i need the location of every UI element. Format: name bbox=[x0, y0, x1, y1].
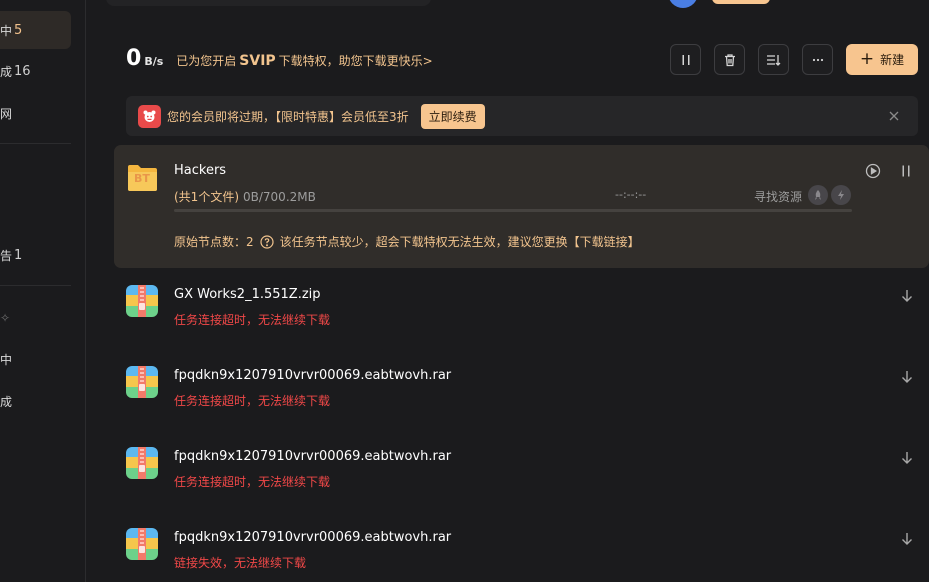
sort-icon bbox=[767, 54, 781, 66]
archive-file-icon bbox=[126, 447, 158, 479]
find-resources-status: 寻找资源 bbox=[754, 190, 803, 204]
download-arrow-icon[interactable] bbox=[899, 288, 915, 304]
banner-text: 您的会员即将过期，【限时特惠】会员低至3折 bbox=[167, 109, 409, 124]
sidebar-divider bbox=[0, 143, 71, 144]
node-count: 原始节点数：2 bbox=[174, 235, 254, 249]
archive-file-icon bbox=[126, 366, 158, 398]
vip-badge[interactable] bbox=[712, 0, 770, 4]
more-icon bbox=[812, 58, 823, 61]
new-task-button[interactable]: + 新建 bbox=[846, 44, 918, 75]
file-name: GX Works2_1.551Z.zip bbox=[174, 287, 321, 302]
error-status: 任务连接超时，无法继续下载 bbox=[174, 313, 331, 327]
more-button[interactable] bbox=[802, 44, 833, 75]
file-name: fpqdkn9x1207910vrvr00069.eabtwovh.rar bbox=[174, 449, 452, 464]
plus-icon: + bbox=[859, 49, 875, 69]
lightning-boost-icon[interactable] bbox=[831, 185, 851, 205]
sidebar-item-misc-2[interactable]: 成 bbox=[0, 393, 14, 410]
new-task-label: 新建 bbox=[880, 53, 905, 67]
speed-unit: B/s bbox=[144, 55, 164, 68]
download-arrow-icon[interactable] bbox=[899, 369, 915, 385]
search-bar[interactable] bbox=[106, 0, 431, 6]
svip-promo-link[interactable]: 已为您开启 SVIP 下载特权，助您下载更快乐> bbox=[176, 52, 432, 69]
close-icon[interactable] bbox=[886, 108, 902, 124]
renew-button[interactable]: 立即续费 bbox=[420, 103, 485, 129]
file-name: fpqdkn9x1207910vrvr00069.eabtwovh.rar bbox=[174, 368, 452, 383]
sidebar-item-count: 5 bbox=[14, 22, 23, 38]
sidebar-divider bbox=[0, 285, 71, 286]
pause-all-button[interactable] bbox=[670, 44, 701, 75]
download-row[interactable]: fpqdkn9x1207910vrvr00069.eabtwovh.rar 任务… bbox=[114, 447, 929, 517]
sidebar-item-notice[interactable]: 告 1 bbox=[0, 247, 22, 264]
sidebar-item-count: 1 bbox=[14, 248, 23, 263]
play-icon[interactable] bbox=[865, 163, 881, 179]
task-node-note: 原始节点数：2 该任务节点较少，超会下载特权无法生效，建议您更换【下载链接】 bbox=[174, 233, 640, 250]
download-manager: 中 5 成 16 网 告 1 ✧ 中 成 0 B/s 已为您开启 SVIP 下载… bbox=[0, 0, 929, 582]
gift-icon bbox=[138, 104, 161, 128]
sidebar-item-downloading[interactable]: 中 5 bbox=[0, 11, 71, 49]
task-size: 0B/700.2MB bbox=[243, 190, 316, 204]
download-row[interactable]: fpqdkn9x1207910vrvr00069.eabtwovh.rar 链接… bbox=[114, 528, 929, 582]
sidebar-item-completed[interactable]: 成 16 bbox=[0, 63, 31, 80]
avatar[interactable] bbox=[668, 0, 698, 8]
sidebar-item-label: 成 bbox=[0, 65, 13, 79]
download-row[interactable]: GX Works2_1.551Z.zip 任务连接超时，无法继续下载 bbox=[114, 285, 929, 355]
file-count: (共1个文件) bbox=[174, 190, 239, 204]
sidebar-item-label: 中 bbox=[0, 23, 13, 38]
active-task-card[interactable]: BT Hackers (共1个文件) 0B/700.2MB --:--:-- 寻找… bbox=[114, 145, 929, 268]
node-warning-text[interactable]: 该任务节点较少，超会下载特权无法生效，建议您更换【下载链接】 bbox=[280, 233, 640, 250]
download-row[interactable]: fpqdkn9x1207910vrvr00069.eabtwovh.rar 任务… bbox=[114, 366, 929, 436]
sidebar-item-cloud[interactable]: 网 bbox=[0, 105, 14, 122]
promo-suffix: 下载特权，助您下载更快乐> bbox=[278, 54, 433, 68]
speed-indicator: 0 B/s 已为您开启 SVIP 下载特权，助您下载更快乐> bbox=[126, 46, 433, 71]
bt-icon-label: BT bbox=[134, 172, 150, 185]
promo-prefix: 已为您开启 bbox=[176, 54, 237, 68]
download-arrow-icon[interactable] bbox=[899, 531, 915, 547]
archive-file-icon bbox=[126, 528, 158, 560]
sidebar-item-label: 告 bbox=[0, 249, 13, 263]
error-status: 任务连接超时，无法继续下载 bbox=[174, 475, 331, 489]
rocket-boost-icon[interactable] bbox=[808, 185, 828, 205]
task-subinfo: (共1个文件) 0B/700.2MB bbox=[174, 188, 316, 205]
pause-icon[interactable] bbox=[899, 164, 913, 178]
sidebar-item-label: 中 bbox=[0, 353, 13, 367]
sidebar: 中 5 成 16 网 告 1 ✧ 中 成 bbox=[0, 0, 86, 582]
delete-button[interactable] bbox=[714, 44, 745, 75]
error-status: 链接失效，无法继续下载 bbox=[174, 556, 307, 570]
sidebar-item-label: ✧ bbox=[0, 311, 11, 325]
task-eta: --:--:-- bbox=[615, 188, 647, 201]
sidebar-item-count: 16 bbox=[14, 64, 31, 79]
speed-value: 0 bbox=[126, 46, 142, 71]
sidebar-item-misc[interactable]: 中 bbox=[0, 351, 14, 368]
sidebar-item-label: 网 bbox=[0, 107, 13, 121]
svip-label: SVIP bbox=[239, 53, 276, 69]
file-name: fpqdkn9x1207910vrvr00069.eabtwovh.rar bbox=[174, 530, 452, 545]
progress-bar bbox=[174, 209, 852, 212]
help-icon[interactable] bbox=[260, 234, 274, 249]
pause-icon bbox=[682, 54, 689, 65]
download-arrow-icon[interactable] bbox=[899, 450, 915, 466]
error-status: 任务连接超时，无法继续下载 bbox=[174, 394, 331, 408]
membership-banner: 您的会员即将过期，【限时特惠】会员低至3折 立即续费 bbox=[126, 96, 918, 136]
trash-icon bbox=[724, 53, 735, 66]
sort-button[interactable] bbox=[758, 44, 789, 75]
archive-file-icon bbox=[126, 285, 158, 317]
sidebar-item-label: 成 bbox=[0, 395, 13, 409]
task-title: Hackers bbox=[174, 163, 227, 178]
sidebar-item-tag[interactable]: ✧ bbox=[0, 311, 14, 325]
